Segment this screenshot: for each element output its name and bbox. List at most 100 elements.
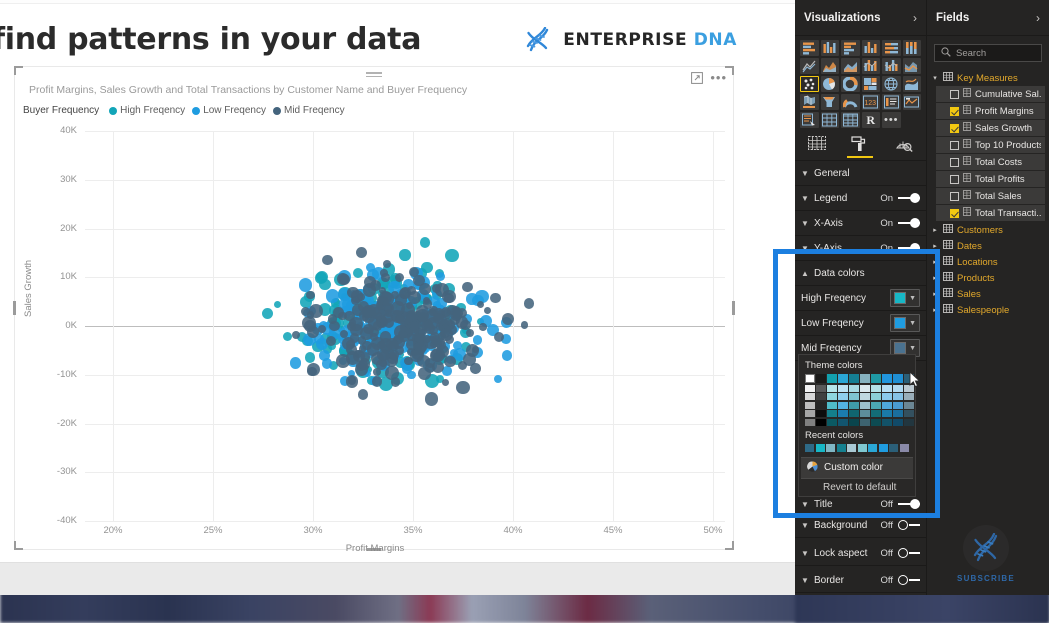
theme-colors-grid[interactable] [799,374,915,429]
field-group-locations[interactable]: ▸ Locations [927,254,1049,270]
scatter-point[interactable] [289,357,302,369]
scatter-point[interactable] [262,308,274,320]
theme-color-swatch[interactable] [871,374,881,383]
scatter-point[interactable] [396,315,405,324]
theme-color-swatch[interactable] [893,401,903,409]
focus-mode-icon[interactable] [691,72,704,84]
theme-color-swatch[interactable] [827,374,837,383]
theme-color-swatch[interactable] [827,418,837,426]
scatter-point[interactable] [317,325,326,334]
theme-color-swatch[interactable] [849,410,859,417]
theme-color-swatch[interactable] [882,374,892,383]
field-checkbox[interactable] [950,106,959,116]
recent-color-swatch[interactable] [857,443,867,452]
scatter-point[interactable] [346,343,358,355]
field-group-salespeople[interactable]: ▸ Salespeople [927,302,1049,318]
viz-type-filled-map[interactable] [902,76,921,92]
recent-color-swatch[interactable] [826,443,836,452]
recent-color-swatch[interactable] [836,443,846,452]
scatter-point[interactable] [444,356,456,368]
scatter-point[interactable] [363,276,376,289]
viz-type-clustered-bar-chart[interactable] [841,40,860,56]
viz-type-more-visuals[interactable]: ••• [882,112,901,128]
field-group-key-measures[interactable]: ▾ Key Measures [927,70,1049,86]
theme-color-swatch[interactable] [882,393,892,400]
color-picker-low[interactable]: ▼ [890,314,920,332]
viz-type-shape-map[interactable] [800,94,819,110]
field-checkbox[interactable] [950,123,959,133]
scatter-point[interactable] [385,338,398,351]
scatter-point[interactable] [442,379,450,387]
scatter-point[interactable] [347,375,357,385]
theme-color-swatch[interactable] [871,410,881,417]
revert-to-default-button[interactable]: Revert to default [799,480,915,496]
search-input[interactable]: Search [934,44,1042,62]
theme-color-swatch[interactable] [904,393,914,400]
scatter-point[interactable] [319,278,331,290]
scatter-point[interactable] [273,300,282,309]
viz-type-gauge-chart[interactable] [841,94,860,110]
plot-area[interactable] [85,131,725,522]
viz-type-stacked-column-chart[interactable] [820,40,839,56]
chevron-right-icon[interactable]: › [1036,11,1040,25]
scatter-point[interactable] [339,330,348,339]
scatter-point[interactable] [435,271,445,281]
scatter-point[interactable] [355,246,368,258]
scatter-point[interactable] [322,254,333,266]
viz-type-ribbon-chart[interactable] [902,58,921,74]
scatter-point[interactable] [455,316,469,329]
subscribe-watermark[interactable]: SUBSCRIBE [947,518,1025,590]
scatter-point[interactable] [445,248,459,263]
scatter-point[interactable] [350,333,360,343]
viz-type-matrix[interactable] [841,112,860,128]
scatter-point[interactable] [306,311,315,319]
theme-color-swatch[interactable] [882,384,892,392]
theme-color-swatch[interactable] [816,393,826,400]
toggle-y-axis[interactable] [898,243,920,253]
scatter-point[interactable] [373,368,381,376]
theme-color-swatch[interactable] [882,418,892,426]
recent-color-swatch[interactable] [815,443,825,452]
selection-handle-top-left[interactable] [14,66,23,75]
scatter-point[interactable] [477,300,485,308]
scatter-point[interactable] [338,273,351,286]
scatter-chart-visual[interactable]: ••• Profit Margins, Sales Growth and Tot… [13,66,735,554]
viz-type-table[interactable] [820,112,839,128]
legend-item-low[interactable]: Low Freqency [192,105,266,116]
field-item[interactable]: Total Transacti... [936,205,1045,221]
property-row-data-colors[interactable]: ▲ Data colors [795,261,926,286]
theme-color-swatch[interactable] [816,374,826,383]
recent-color-swatch[interactable] [899,443,909,452]
field-item[interactable]: Top 10 Products [936,137,1045,153]
viz-type-area-chart[interactable] [820,58,839,74]
viz-type-stacked-area-chart[interactable] [841,58,860,74]
theme-color-swatch[interactable] [904,401,914,409]
field-checkbox[interactable] [950,208,959,218]
viz-type-r-script-visual[interactable]: R [861,112,880,128]
scatter-point[interactable] [455,380,470,395]
field-checkbox[interactable] [950,140,959,150]
viz-type-funnel-chart[interactable] [820,94,839,110]
theme-color-swatch[interactable] [827,384,837,392]
theme-color-swatch[interactable] [893,418,903,426]
viz-type-card[interactable]: 123 [861,94,880,110]
theme-color-swatch[interactable] [838,401,848,409]
field-item[interactable]: Total Profits [936,171,1045,187]
property-row-background[interactable]: ▼ Background Off [795,513,926,538]
theme-color-swatch[interactable] [893,384,903,392]
scatter-point[interactable] [307,366,317,377]
viz-type-line-chart[interactable] [800,58,819,74]
theme-color-swatch[interactable] [805,384,815,392]
viz-type-100-stacked-column-chart[interactable] [902,40,921,56]
property-row-lock-aspect[interactable]: ▼ Lock aspect Off [795,541,926,566]
analytics-tab[interactable] [887,136,921,158]
scatter-point[interactable] [479,323,487,331]
theme-color-swatch[interactable] [849,393,859,400]
scatter-point[interactable] [390,377,401,387]
theme-color-swatch[interactable] [838,374,848,383]
legend-item-high[interactable]: High Freqency [109,105,185,116]
fields-tab[interactable] [800,136,834,156]
field-item[interactable]: Total Sales [936,188,1045,204]
theme-color-swatch[interactable] [816,384,826,392]
color-picker-flyout[interactable]: Theme colors Recent colors Custom color … [798,354,921,497]
